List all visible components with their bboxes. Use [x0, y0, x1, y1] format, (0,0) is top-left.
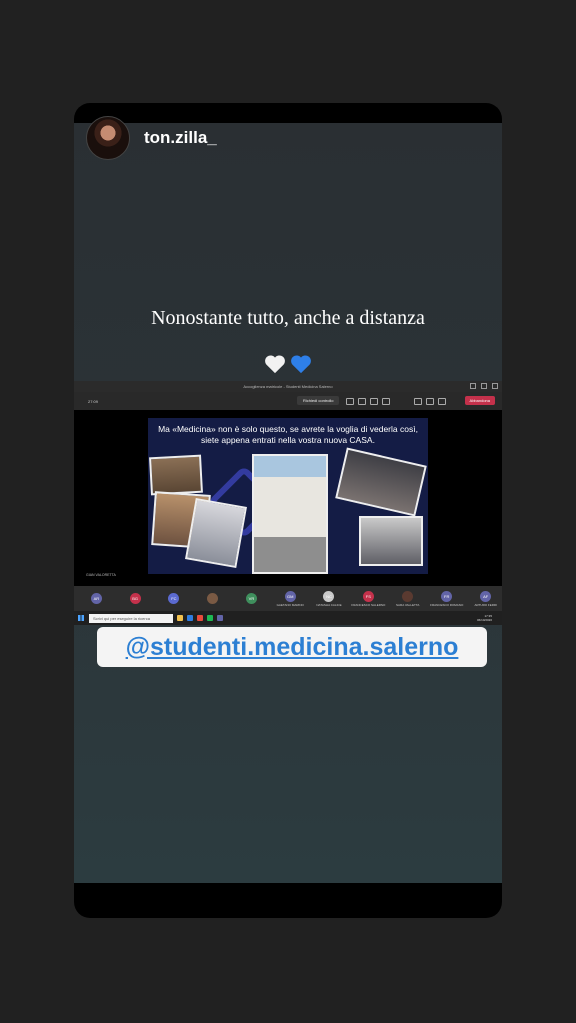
slide-photo-building: [252, 454, 328, 574]
hearts-row: [74, 353, 502, 375]
participant-name: SARA VALLETTA: [396, 602, 420, 607]
participant-tile[interactable]: FS FRANCESCO SALERNO: [351, 590, 386, 607]
minimize-icon[interactable]: [470, 383, 476, 389]
participant-avatar: [207, 592, 219, 604]
participant-tile[interactable]: AR: [80, 592, 113, 605]
participant-name: GAETANO MARINO: [276, 602, 304, 607]
meeting-screenshot: Accoglienza matricole - Studenti Medicin…: [74, 381, 502, 625]
slide-photo-lecture-hall: [335, 447, 427, 517]
participant-avatar: FS: [362, 590, 374, 602]
raise-hand-icon[interactable]: [370, 398, 378, 405]
participants-icon[interactable]: [346, 398, 354, 405]
participant-avatar: GM: [284, 590, 296, 602]
participant-avatar: NC: [323, 590, 335, 602]
mention-sticker[interactable]: @studenti.medicina.salerno: [97, 627, 487, 667]
chat-icon[interactable]: [358, 398, 366, 405]
teams-icon[interactable]: [217, 615, 223, 621]
slide-photo-workshop: [149, 454, 203, 496]
shared-screen: Ma «Medicina» non è solo questo, se avre…: [74, 410, 502, 586]
maximize-icon[interactable]: [481, 383, 487, 389]
story-frame: ton.zilla_ Nonostante tutto, anche a dis…: [74, 103, 502, 918]
participant-avatar: BG: [129, 592, 141, 604]
share-screen-icon[interactable]: [438, 398, 446, 405]
participant-tile[interactable]: NC NATASHA CALICE: [313, 590, 346, 607]
username[interactable]: ton.zilla_: [144, 128, 217, 148]
windows-start-icon[interactable]: [78, 615, 84, 621]
blue-heart-icon: [291, 355, 311, 374]
slide-text: Ma «Medicina» non è solo questo, se avre…: [158, 424, 418, 445]
taskbar-date: 06/10/2020: [476, 618, 492, 622]
participant-tile[interactable]: [196, 592, 229, 605]
mention-text[interactable]: @studenti.medicina.salerno: [126, 633, 459, 662]
more-options-icon[interactable]: [382, 398, 390, 405]
meeting-toolbar: 27:09 Richiedi controllo Abbandona: [74, 392, 502, 410]
participant-avatar: FC: [168, 592, 180, 604]
window-controls: [470, 383, 498, 389]
participant-tile[interactable]: SARA VALLETTA: [391, 590, 424, 607]
story-caption: Nonostante tutto, anche a distanza: [151, 307, 425, 329]
leave-button[interactable]: Abbandona: [464, 396, 495, 405]
white-heart-icon: [265, 355, 285, 374]
request-control-button[interactable]: Richiedi controllo: [297, 396, 340, 405]
participant-name: FRANCESCO SALERNO: [351, 602, 386, 607]
participant-tile[interactable]: FC: [158, 592, 191, 605]
mic-icon[interactable]: [426, 398, 434, 405]
participant-tile[interactable]: AF ARTURO FERRI: [469, 590, 502, 607]
participant-name: FRANCESCO ROMANO: [430, 602, 464, 607]
participant-avatar: [402, 590, 414, 602]
slide-photo-practice: [185, 497, 247, 569]
participant-name: NATASHA CALICE: [316, 602, 342, 607]
story-header: ton.zilla_: [86, 116, 217, 160]
presentation-slide: Ma «Medicina» non è solo questo, se avre…: [148, 418, 428, 574]
participant-tile[interactable]: FR FRANCESCO ROMANO: [430, 590, 464, 607]
window-title: Accoglienza matricole - Studenti Medicin…: [243, 384, 333, 389]
edge-icon[interactable]: [187, 615, 193, 621]
close-icon[interactable]: [492, 383, 498, 389]
participant-tile[interactable]: VR: [235, 592, 268, 605]
participant-tile[interactable]: BG: [119, 592, 152, 605]
avatar[interactable]: [86, 116, 130, 160]
presenter-name: GIAN VALORETTA: [86, 573, 116, 577]
meeting-timer: 27:09: [88, 398, 99, 404]
participant-name: ARTURO FERRI: [474, 602, 497, 607]
participants-bar: AR BG FC VR GM GAETANO MARINO NC NATASHA CALICE…: [74, 586, 502, 611]
taskbar-search[interactable]: Scrivi qui per eseguire la ricerca: [89, 613, 173, 623]
participant-avatar: FR: [441, 590, 453, 602]
taskbar-clock: 17:35 06/10/2020: [477, 614, 492, 622]
file-explorer-icon[interactable]: [177, 615, 183, 621]
slide-photo-classroom: [359, 516, 423, 566]
participant-avatar: AR: [90, 592, 102, 604]
windows-taskbar: Scrivi qui per eseguire la ricerca 17:35…: [74, 611, 502, 625]
window-titlebar: Accoglienza matricole - Studenti Medicin…: [74, 381, 502, 392]
spotify-icon[interactable]: [207, 615, 213, 621]
chrome-icon[interactable]: [197, 615, 203, 621]
participant-avatar: AF: [480, 590, 492, 602]
participant-tile[interactable]: GM GAETANO MARINO: [274, 590, 307, 607]
participant-avatar: VR: [245, 592, 257, 604]
camera-icon[interactable]: [414, 398, 422, 405]
